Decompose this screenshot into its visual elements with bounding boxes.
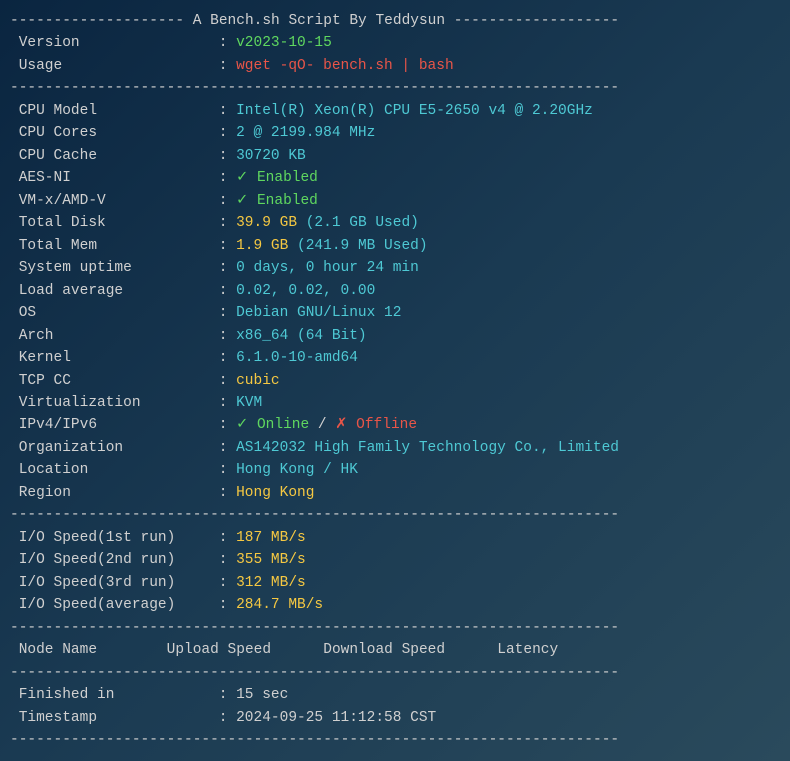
region-row: Region : Hong Kong — [10, 482, 760, 504]
check-icon: ✓ — [236, 170, 257, 186]
ioavg-row: I/O Speed(average) : 284.7 MB/s — [10, 594, 760, 616]
arch-row: Arch : x86_64 (64 Bit) — [10, 325, 760, 347]
check-icon: ✓ — [236, 193, 257, 209]
usage-label: Usage — [10, 55, 210, 77]
divider: ----------------------------------------… — [10, 617, 760, 639]
version-label: Version — [10, 32, 210, 54]
kernel-row: Kernel : 6.1.0-10-amd64 — [10, 347, 760, 369]
ipv-row: IPv4/IPv6 : ✓ Online / ✗ Offline — [10, 414, 760, 436]
io3-row: I/O Speed(3rd run) : 312 MB/s — [10, 572, 760, 594]
total-mem-row: Total Mem : 1.9 GB (241.9 MB Used) — [10, 235, 760, 257]
virt-row: Virtualization : KVM — [10, 392, 760, 414]
check-icon: ✓ — [236, 417, 257, 433]
tcp-cc-row: TCP CC : cubic — [10, 370, 760, 392]
vmx-row: VM-x/AMD-V : ✓ Enabled — [10, 190, 760, 212]
aes-ni-row: AES-NI : ✓ Enabled — [10, 167, 760, 189]
divider: ----------------------------------------… — [10, 662, 760, 684]
title-divider: -------------------- A Bench.sh Script B… — [10, 10, 760, 32]
divider: ----------------------------------------… — [10, 729, 760, 751]
cpu-model-row: CPU Model : Intel(R) Xeon(R) CPU E5-2650… — [10, 100, 760, 122]
timestamp-row: Timestamp : 2024-09-25 11:12:58 CST — [10, 707, 760, 729]
os-row: OS : Debian GNU/Linux 12 — [10, 302, 760, 324]
total-disk-row: Total Disk : 39.9 GB (2.1 GB Used) — [10, 212, 760, 234]
divider: ----------------------------------------… — [10, 504, 760, 526]
uptime-row: System uptime : 0 days, 0 hour 24 min — [10, 257, 760, 279]
cross-icon: ✗ — [335, 417, 356, 433]
cpu-cores-row: CPU Cores : 2 @ 2199.984 MHz — [10, 122, 760, 144]
org-row: Organization : AS142032 High Family Tech… — [10, 437, 760, 459]
version-value: v2023-10-15 — [236, 35, 332, 51]
io1-row: I/O Speed(1st run) : 187 MB/s — [10, 527, 760, 549]
version-row: Version : v2023-10-15 — [10, 32, 760, 54]
location-row: Location : Hong Kong / HK — [10, 459, 760, 481]
usage-value: wget -qO- bench.sh | bash — [236, 58, 454, 74]
divider: ----------------------------------------… — [10, 77, 760, 99]
usage-row: Usage : wget -qO- bench.sh | bash — [10, 55, 760, 77]
table-header: Node Name Upload Speed Download Speed La… — [10, 639, 760, 661]
load-row: Load average : 0.02, 0.02, 0.00 — [10, 280, 760, 302]
finished-row: Finished in : 15 sec — [10, 684, 760, 706]
io2-row: I/O Speed(2nd run) : 355 MB/s — [10, 549, 760, 571]
cpu-cache-row: CPU Cache : 30720 KB — [10, 145, 760, 167]
